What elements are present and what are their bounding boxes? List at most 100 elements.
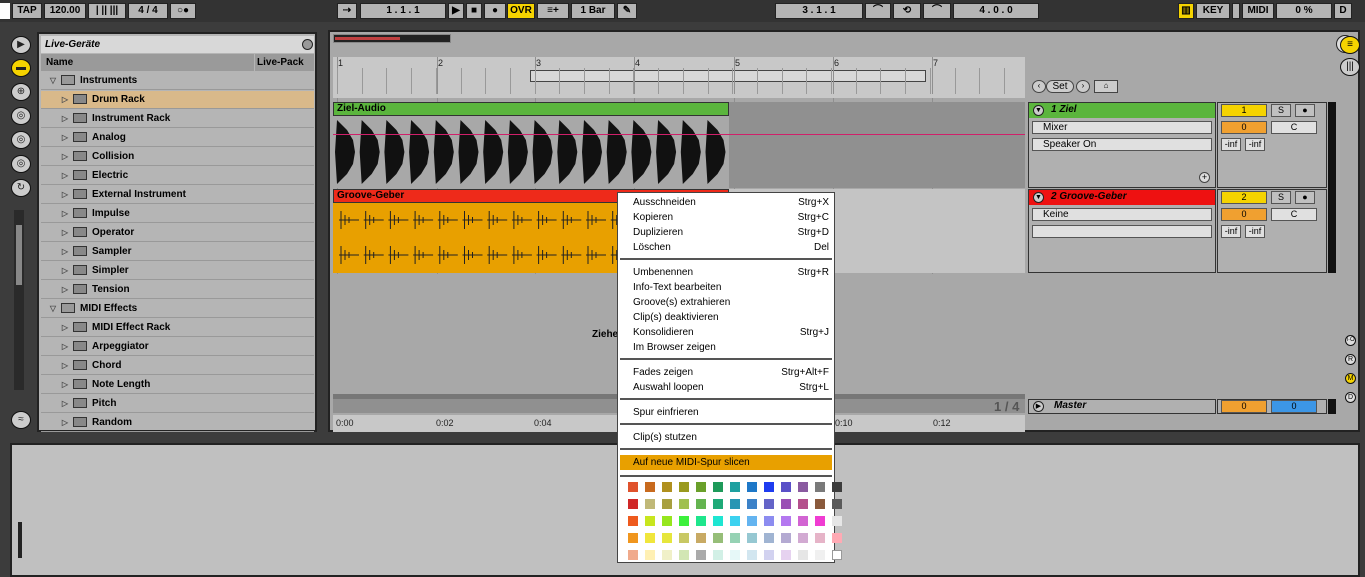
menu-item[interactable]: Groove(s) extrahieren bbox=[618, 295, 834, 310]
color-swatch[interactable] bbox=[645, 550, 655, 560]
record-icon[interactable]: ● bbox=[484, 3, 506, 19]
expand-triangle-icon[interactable]: ▷ bbox=[57, 338, 73, 356]
plugins-icon[interactable]: ⊕ bbox=[11, 83, 31, 101]
color-swatch[interactable] bbox=[815, 482, 825, 492]
follow-button[interactable]: ⇢ bbox=[337, 3, 357, 19]
color-swatch[interactable] bbox=[713, 482, 723, 492]
track1-activator[interactable]: 1 bbox=[1221, 104, 1267, 117]
menu-item[interactable]: Auf neue MIDI-Spur slicen bbox=[620, 455, 832, 470]
file-browser-1-icon[interactable]: ◎ bbox=[11, 107, 31, 125]
color-swatch[interactable] bbox=[832, 516, 842, 526]
browser-item[interactable]: ▷ Collision bbox=[41, 148, 314, 166]
expand-triangle-icon[interactable]: ▷ bbox=[57, 224, 73, 242]
color-swatch[interactable] bbox=[679, 482, 689, 492]
browser-item[interactable]: ▽ Instruments bbox=[41, 72, 314, 90]
color-swatch[interactable] bbox=[764, 482, 774, 492]
groove-pool-icon[interactable]: ↻ bbox=[11, 179, 31, 197]
track2-input-type[interactable]: Keine bbox=[1032, 208, 1212, 221]
punch-out-icon[interactable]: ⌒ bbox=[923, 3, 951, 19]
color-swatch[interactable] bbox=[662, 482, 672, 492]
color-swatch[interactable] bbox=[747, 499, 757, 509]
color-swatch[interactable] bbox=[713, 533, 723, 543]
expand-triangle-icon[interactable]: ▷ bbox=[57, 319, 73, 337]
color-swatch[interactable] bbox=[645, 499, 655, 509]
expand-triangle-icon[interactable]: ▷ bbox=[57, 91, 73, 109]
tempo-field[interactable]: 120.00 bbox=[44, 3, 86, 19]
color-swatch[interactable] bbox=[798, 499, 808, 509]
menu-item[interactable]: Ausschneiden Strg+X bbox=[618, 195, 834, 210]
color-swatch[interactable] bbox=[679, 499, 689, 509]
expand-triangle-icon[interactable]: ▷ bbox=[57, 357, 73, 375]
menu-item[interactable]: Auswahl loopen Strg+L bbox=[618, 380, 834, 395]
color-swatch[interactable] bbox=[832, 499, 842, 509]
color-swatch[interactable] bbox=[713, 516, 723, 526]
color-swatch[interactable] bbox=[781, 516, 791, 526]
master-cue-volume[interactable]: 0 bbox=[1271, 400, 1317, 413]
session-view-icon[interactable]: ||| bbox=[1340, 58, 1360, 76]
position-field[interactable]: 1 . 1 . 1 bbox=[360, 3, 446, 19]
color-swatch[interactable] bbox=[815, 550, 825, 560]
file-browser-3-icon[interactable]: ◎ bbox=[11, 155, 31, 173]
color-swatch[interactable] bbox=[798, 516, 808, 526]
mixer-toggle-icon[interactable]: M bbox=[1345, 373, 1356, 384]
color-swatch[interactable] bbox=[730, 499, 740, 509]
track2-activator[interactable]: 2 bbox=[1221, 191, 1267, 204]
menu-item[interactable]: Löschen Del bbox=[618, 240, 834, 255]
browser-item[interactable]: ▷ MIDI Effect Rack bbox=[41, 319, 314, 337]
track2-input-channel[interactable] bbox=[1032, 225, 1212, 238]
color-swatch[interactable] bbox=[645, 533, 655, 543]
color-swatch[interactable] bbox=[781, 499, 791, 509]
color-swatch[interactable] bbox=[781, 482, 791, 492]
color-swatch[interactable] bbox=[662, 499, 672, 509]
pencil-icon[interactable]: ✎ bbox=[617, 3, 637, 19]
live-devices-icon[interactable]: ▬ bbox=[11, 59, 31, 77]
set-locator-button[interactable]: Set bbox=[1046, 80, 1074, 93]
next-locator-icon[interactable]: › bbox=[1076, 80, 1090, 93]
browser-item[interactable]: ▷ Simpler bbox=[41, 262, 314, 280]
loop-icon[interactable]: ⟲ bbox=[893, 3, 921, 19]
track2-pan[interactable]: C bbox=[1271, 208, 1317, 221]
automation-line[interactable] bbox=[333, 134, 1025, 135]
expand-triangle-icon[interactable]: ▷ bbox=[57, 414, 73, 432]
color-swatch[interactable] bbox=[628, 550, 638, 560]
loop-start-field[interactable]: 3 . 1 . 1 bbox=[775, 3, 863, 19]
browser-item[interactable]: ▷ Tension bbox=[41, 281, 314, 299]
expand-icon[interactable]: + bbox=[1199, 172, 1210, 183]
color-swatch[interactable] bbox=[628, 516, 638, 526]
expand-triangle-icon[interactable]: ▷ bbox=[57, 205, 73, 223]
color-swatch[interactable] bbox=[713, 550, 723, 560]
expand-triangle-icon[interactable]: ▷ bbox=[57, 395, 73, 413]
clip-ziel-audio-waveform[interactable] bbox=[333, 116, 729, 188]
collapse-triangle-icon[interactable]: ▽ bbox=[45, 72, 61, 90]
hotswap-icon[interactable] bbox=[302, 39, 313, 50]
color-swatch[interactable] bbox=[815, 499, 825, 509]
clip-ziel-audio-header[interactable]: Ziel-Audio bbox=[333, 102, 729, 116]
track1-input-type[interactable]: Mixer bbox=[1032, 121, 1212, 134]
browser-item[interactable]: ▷ Arpeggiator bbox=[41, 338, 314, 356]
color-swatch[interactable] bbox=[781, 550, 791, 560]
color-swatch[interactable] bbox=[628, 499, 638, 509]
color-swatch[interactable] bbox=[832, 550, 842, 560]
menu-item[interactable]: Clip(s) stutzen bbox=[618, 430, 834, 445]
menu-item[interactable]: Konsolidieren Strg+J bbox=[618, 325, 834, 340]
browser-item[interactable]: ▷ Electric bbox=[41, 167, 314, 185]
color-swatch[interactable] bbox=[781, 533, 791, 543]
tap-button[interactable]: TAP bbox=[12, 3, 42, 19]
color-swatch[interactable] bbox=[662, 516, 672, 526]
quantize-select[interactable]: 1 Bar bbox=[571, 3, 615, 19]
color-swatch[interactable] bbox=[628, 482, 638, 492]
color-swatch[interactable] bbox=[764, 533, 774, 543]
detail-resize-handle[interactable] bbox=[18, 522, 22, 558]
stop-icon[interactable]: ■ bbox=[466, 3, 482, 19]
track1-solo[interactable]: S bbox=[1271, 104, 1291, 117]
name-column-header[interactable]: Name bbox=[41, 54, 254, 71]
color-swatch[interactable] bbox=[747, 482, 757, 492]
color-swatch[interactable] bbox=[696, 482, 706, 492]
expand-triangle-icon[interactable]: ▷ bbox=[57, 110, 73, 128]
track1-input-channel[interactable]: Speaker On bbox=[1032, 138, 1212, 151]
browser-item[interactable]: ▷ Sampler bbox=[41, 243, 314, 261]
file-browser-2-icon[interactable]: ◎ bbox=[11, 131, 31, 149]
expand-triangle-icon[interactable]: ▷ bbox=[57, 129, 73, 147]
key-map-button[interactable]: KEY bbox=[1196, 3, 1230, 19]
browser-item[interactable]: ▷ Note Length bbox=[41, 376, 314, 394]
